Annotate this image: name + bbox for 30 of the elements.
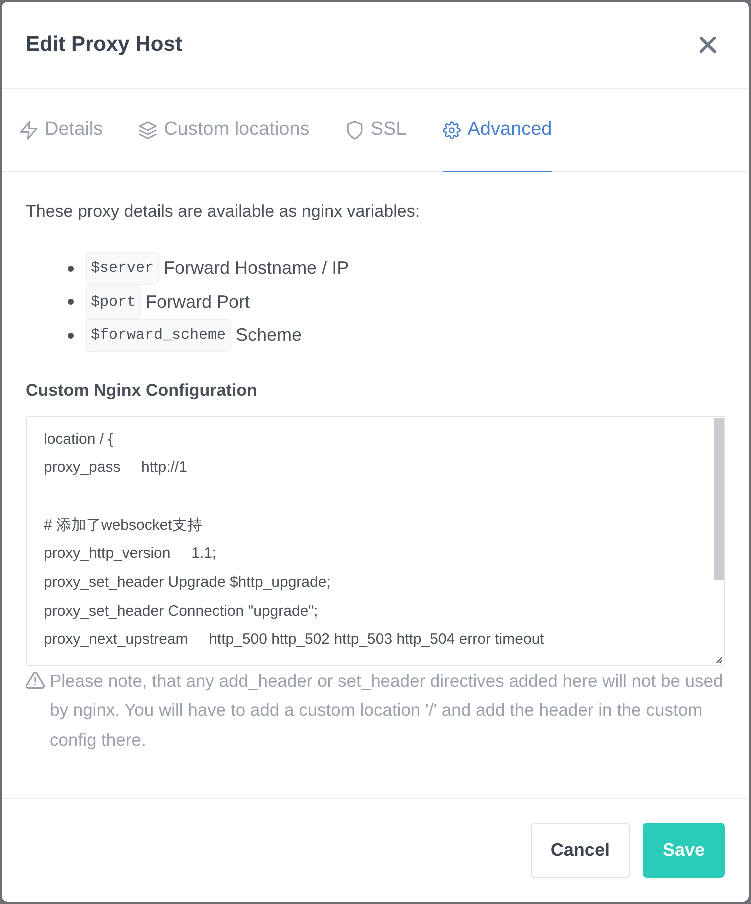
tab[interactable]: Custom locations [139,89,310,172]
bullet-icon [68,266,74,272]
variable-code: $server [86,252,160,286]
variable-description: Forward Hostname / IP [164,258,350,280]
intro-text: These proxy details are available as nginx variables: [26,201,422,223]
config-label: Custom Nginx Configuration [26,380,258,402]
config-textarea[interactable] [26,416,725,666]
save-button[interactable]: Save [642,823,725,878]
lightning-icon [20,120,38,140]
layers-icon [139,120,158,140]
tab[interactable]: Details [20,89,104,172]
variable-description: Forward Port [146,292,250,313]
warning-note: Please note, that any add_header or set_header directives added here will not be used by nginx. You will have to add a custom location '/' and add the header in the custom config there. [50,670,724,752]
variable-code: $port [86,286,142,319]
close-button[interactable] [699,36,717,54]
settings-icon [442,120,461,140]
variable-code: $forward_scheme [86,319,232,352]
close-icon [700,37,716,53]
scrollbar-thumb[interactable] [714,418,724,580]
bullet-icon [68,299,74,306]
cancel-button[interactable]: Cancel [530,823,630,878]
shield-icon [346,120,364,140]
bullet-icon [68,332,74,339]
warning-icon [26,672,45,688]
tab[interactable]: SSL [346,89,407,172]
modal-title: Edit Proxy Host [26,33,182,57]
variable-description: Scheme [236,325,302,346]
tab[interactable]: Advanced [442,89,552,172]
config-text: location / { proxy_pass http://1 # 添加了websocket支持 proxy_http_version 1.1; proxy_set_header Upgrade $http_upgrade; proxy_set_header Connection "upgrade"; proxy_next_upstream http_500 http_502 http_503 http_504 error timeout [43,430,546,650]
resize-handle-icon[interactable] [715,656,723,664]
